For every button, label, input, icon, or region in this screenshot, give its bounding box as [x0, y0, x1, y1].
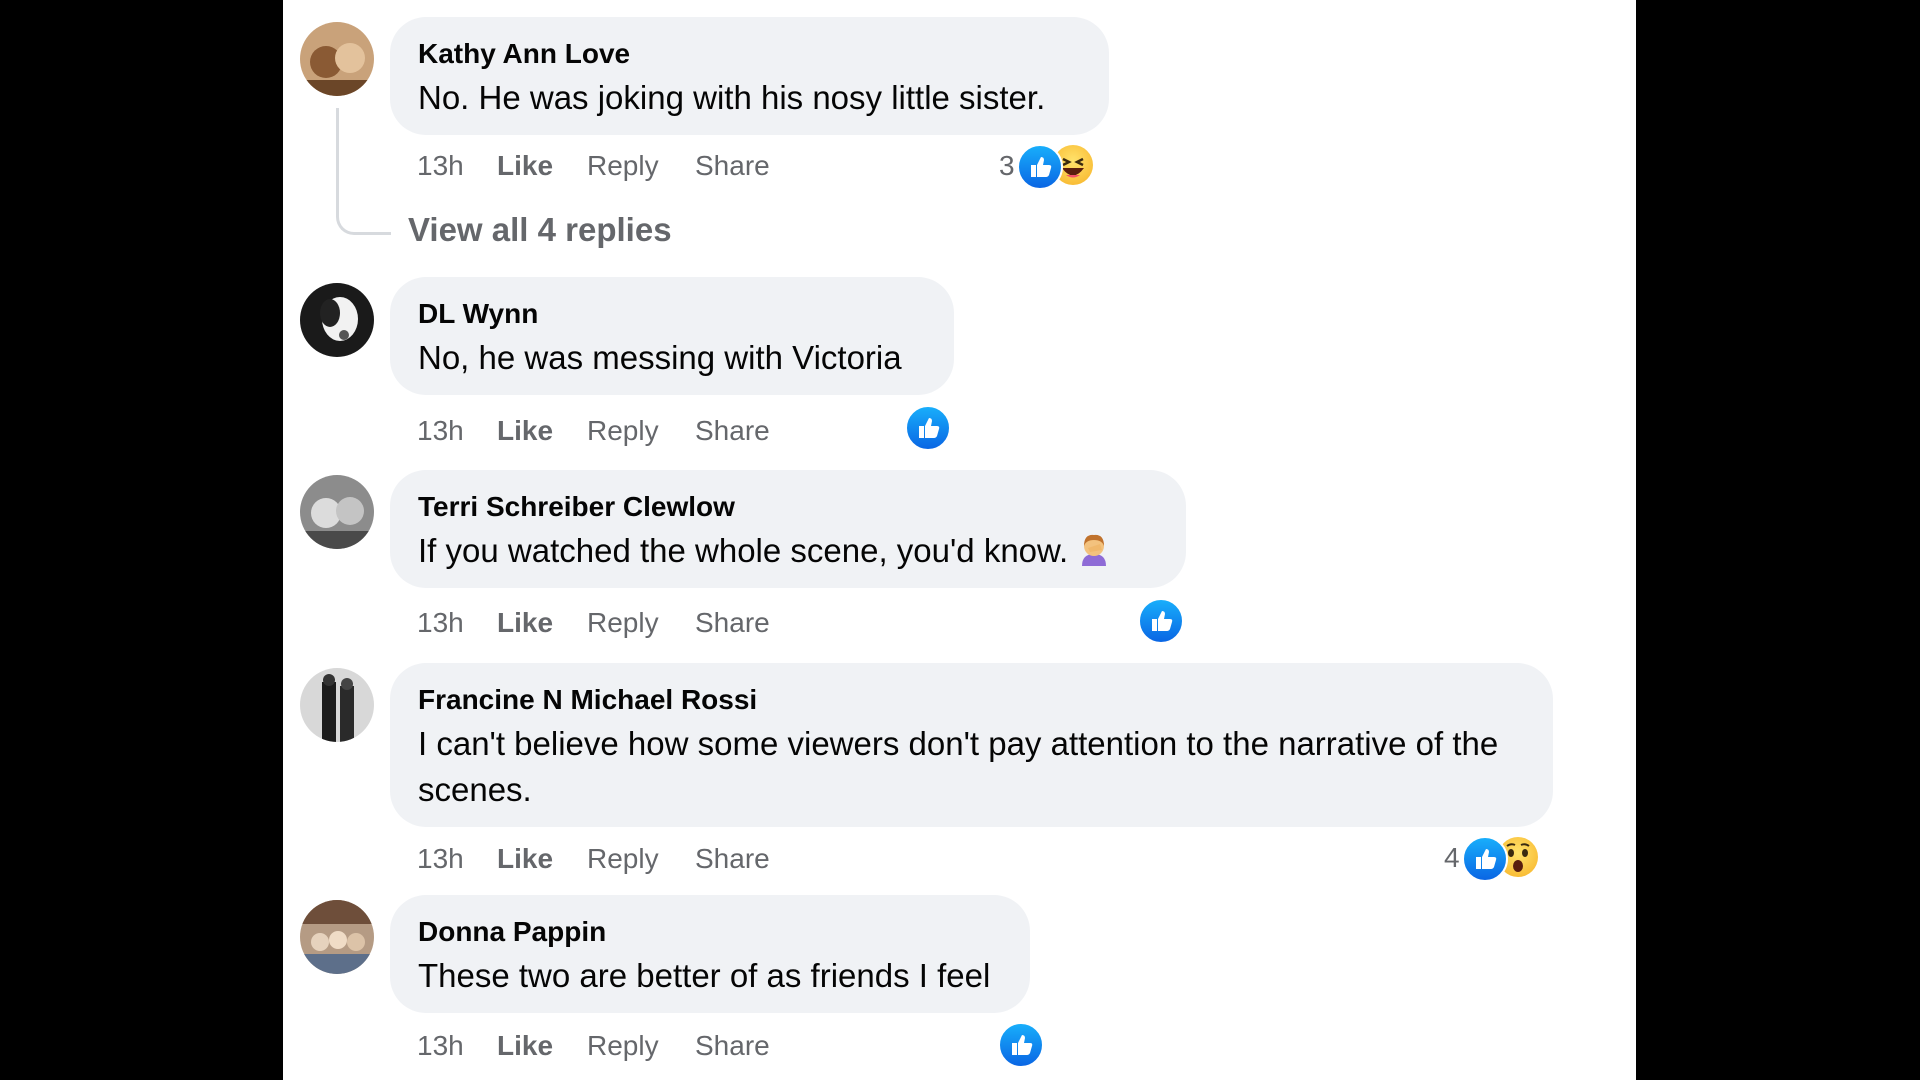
comment-text: No. He was joking with his nosy little s…	[418, 79, 1046, 116]
comment-bubble: Donna Pappin These two are better of as …	[390, 895, 1030, 1013]
like-button[interactable]: Like	[497, 839, 553, 879]
view-replies-link[interactable]: View all 4 replies	[408, 208, 672, 252]
like-button[interactable]: Like	[497, 146, 553, 186]
reply-button[interactable]: Reply	[587, 1026, 659, 1066]
like-icon	[1017, 144, 1063, 190]
comment-text: These two are better of as friends I fee…	[418, 957, 991, 994]
comment-bubble: Kathy Ann Love No. He was joking with hi…	[390, 17, 1109, 135]
avatar[interactable]	[300, 668, 374, 742]
comment-text: I can't believe how some viewers don't p…	[418, 725, 1499, 808]
like-icon	[1462, 836, 1508, 882]
comment-timestamp[interactable]: 13h	[417, 839, 464, 879]
share-button[interactable]: Share	[695, 146, 770, 186]
like-button[interactable]: Like	[497, 603, 553, 643]
comment-timestamp[interactable]: 13h	[417, 146, 464, 186]
reply-button[interactable]: Reply	[587, 603, 659, 643]
reaction-count: 4	[1444, 842, 1460, 873]
thread-line	[336, 108, 391, 235]
reply-button[interactable]: Reply	[587, 146, 659, 186]
comment-bubble: Francine N Michael Rossi I can't believe…	[390, 663, 1553, 827]
reaction-summary[interactable]	[998, 1022, 1046, 1068]
comment-timestamp[interactable]: 13h	[417, 1026, 464, 1066]
share-button[interactable]: Share	[695, 1026, 770, 1066]
comment-author[interactable]: DL Wynn	[418, 297, 926, 331]
comment-author[interactable]: Donna Pappin	[418, 915, 1002, 949]
like-icon	[1138, 598, 1184, 644]
comment-text-content: If you watched the whole scene, you'd kn…	[418, 532, 1069, 569]
comment-text: No, he was messing with Victoria	[418, 339, 902, 376]
comment-author[interactable]: Terri Schreiber Clewlow	[418, 490, 1158, 524]
like-button[interactable]: Like	[497, 411, 553, 451]
share-button[interactable]: Share	[695, 839, 770, 879]
avatar[interactable]	[300, 22, 374, 96]
avatar[interactable]	[300, 283, 374, 357]
avatar[interactable]	[300, 900, 374, 974]
comments-panel: Kathy Ann Love No. He was joking with hi…	[283, 0, 1636, 1080]
reaction-summary[interactable]: 3	[999, 144, 1119, 190]
reply-button[interactable]: Reply	[587, 411, 659, 451]
comment-author[interactable]: Francine N Michael Rossi	[418, 683, 1525, 717]
like-icon	[905, 405, 951, 451]
comment-timestamp[interactable]: 13h	[417, 603, 464, 643]
reaction-summary[interactable]: 4	[1444, 836, 1564, 882]
like-icon	[998, 1022, 1044, 1068]
comment-bubble: Terri Schreiber Clewlow If you watched t…	[390, 470, 1186, 588]
reply-button[interactable]: Reply	[587, 839, 659, 879]
reaction-count: 3	[999, 150, 1015, 181]
share-button[interactable]: Share	[695, 411, 770, 451]
avatar[interactable]	[300, 475, 374, 549]
like-button[interactable]: Like	[497, 1026, 553, 1066]
share-button[interactable]: Share	[695, 603, 770, 643]
woman-facepalming-icon	[1078, 532, 1110, 568]
reaction-summary[interactable]	[905, 405, 953, 451]
comment-text: If you watched the whole scene, you'd kn…	[418, 528, 1158, 574]
comment-timestamp[interactable]: 13h	[417, 411, 464, 451]
reaction-summary[interactable]	[1138, 598, 1186, 644]
comment-bubble: DL Wynn No, he was messing with Victoria	[390, 277, 954, 395]
comment-author[interactable]: Kathy Ann Love	[418, 37, 1081, 71]
